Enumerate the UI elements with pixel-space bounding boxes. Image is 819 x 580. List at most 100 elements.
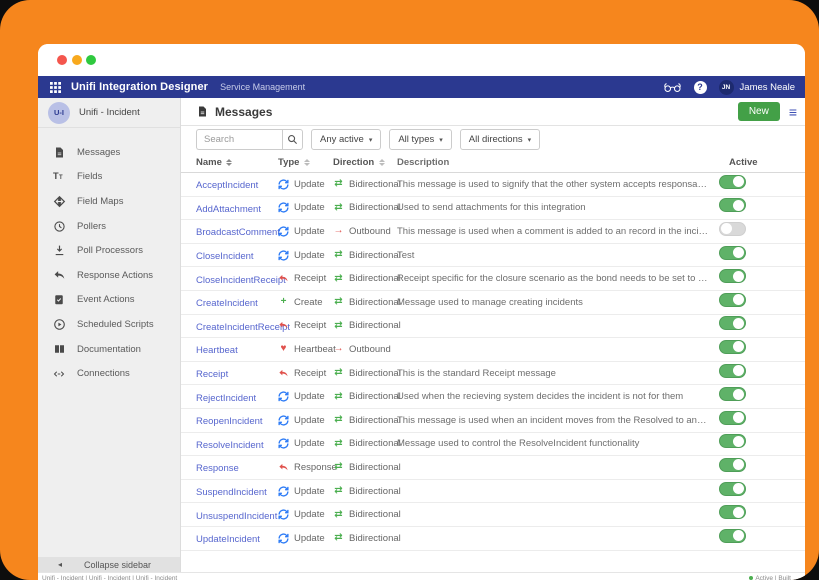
active-toggle[interactable]	[719, 458, 746, 472]
message-name-link[interactable]: CloseIncident	[196, 251, 254, 262]
column-header-type[interactable]: Type	[278, 157, 333, 168]
description-cell: Used when the recieving system decides t…	[397, 391, 719, 402]
spectacles-icon[interactable]	[663, 82, 682, 93]
active-toggle[interactable]	[719, 198, 746, 212]
active-toggle[interactable]	[719, 175, 746, 189]
toggle-knob	[733, 341, 744, 352]
message-name-link[interactable]: RejectIncident	[196, 393, 256, 404]
svg-text:T: T	[53, 172, 59, 182]
status-tabs[interactable]: Unifi - Incident | Unifi - Incident | Un…	[42, 575, 177, 580]
message-name-link[interactable]: ReopenIncident	[196, 416, 263, 427]
bidirectional-arrows-icon: ⇄	[333, 203, 344, 213]
sidebar-item-fields[interactable]: TT Fields	[38, 165, 180, 190]
type-cell: Update	[278, 250, 333, 261]
bidirectional-arrows-icon: ⇄	[333, 486, 344, 496]
user-name: James Neale	[740, 82, 795, 93]
sync-icon	[278, 179, 289, 190]
message-name-link[interactable]: AddAttachment	[196, 204, 261, 215]
active-toggle[interactable]	[719, 364, 746, 378]
toggle-knob	[733, 530, 744, 541]
reply-icon	[52, 269, 66, 282]
sidebar-item-messages[interactable]: Messages	[38, 140, 180, 165]
toggle-knob	[733, 176, 744, 187]
message-name-link[interactable]: Receipt	[196, 369, 228, 380]
column-header-name[interactable]: Name	[196, 157, 278, 168]
type-filter-dropdown[interactable]: All types▾	[389, 129, 451, 150]
description-cell: This message is used when a comment is a…	[397, 226, 719, 237]
message-name-link[interactable]: CreateIncidentReceipt	[196, 322, 290, 333]
collapse-sidebar-button[interactable]: ◂ Collapse sidebar	[38, 557, 180, 572]
status-bar: Unifi - Incident | Unifi - Incident | Un…	[38, 572, 805, 580]
message-name-link[interactable]: BroadcastComment	[196, 227, 280, 238]
table-row: AcceptIncident Update ⇄Bidirectional Thi…	[181, 173, 805, 197]
active-toggle[interactable]	[719, 387, 746, 401]
type-cell: Update	[278, 533, 333, 544]
help-icon[interactable]: ?	[694, 81, 707, 94]
table-row: CreateIncidentReceipt Receipt ⇄Bidirecti…	[181, 315, 805, 339]
active-toggle[interactable]	[719, 316, 746, 330]
sidebar-item-poll-processors[interactable]: Poll Processors	[38, 238, 180, 263]
direction-cell: ⇄Bidirectional	[333, 297, 397, 308]
active-toggle[interactable]	[719, 246, 746, 260]
direction-cell: ⇄Bidirectional	[333, 320, 397, 331]
sidebar-item-response-actions[interactable]: Response Actions	[38, 263, 180, 288]
search-input[interactable]	[196, 129, 282, 150]
window-titlebar	[38, 44, 805, 76]
active-toggle[interactable]	[719, 529, 746, 543]
sync-icon	[278, 486, 289, 497]
svg-text:T: T	[59, 176, 63, 182]
message-name-link[interactable]: UnsuspendIncident	[196, 511, 277, 522]
sidebar-item-scheduled-scripts[interactable]: Scheduled Scripts	[38, 312, 180, 337]
close-window-icon[interactable]	[57, 55, 67, 65]
search-icon[interactable]	[282, 129, 303, 150]
new-button[interactable]: New	[738, 102, 780, 121]
active-toggle[interactable]	[719, 222, 746, 236]
active-toggle[interactable]	[719, 505, 746, 519]
message-name-link[interactable]: AcceptIncident	[196, 180, 258, 191]
table-row: Receipt Receipt ⇄Bidirectional This is t…	[181, 362, 805, 386]
right-arrow-icon: →	[333, 344, 344, 354]
reply-icon	[278, 320, 289, 331]
document-icon	[52, 146, 66, 159]
active-toggle[interactable]	[719, 340, 746, 354]
message-name-link[interactable]: CreateIncident	[196, 298, 258, 309]
active-toggle[interactable]	[719, 411, 746, 425]
message-name-link[interactable]: Heartbeat	[196, 345, 238, 356]
sidebar-item-connections[interactable]: Connections	[38, 361, 180, 386]
sort-icon	[226, 159, 232, 166]
user-menu[interactable]: JN James Neale	[719, 80, 795, 95]
table-row: CloseIncidentReceipt Receipt ⇄Bidirectio…	[181, 267, 805, 291]
direction-filter-dropdown[interactable]: All directions▾	[460, 129, 540, 150]
active-toggle[interactable]	[719, 269, 746, 283]
active-toggle[interactable]	[719, 293, 746, 307]
sidebar-item-pollers[interactable]: Pollers	[38, 214, 180, 239]
bidirectional-arrows-icon: ⇄	[333, 297, 344, 307]
table-body: AcceptIncident Update ⇄Bidirectional Thi…	[181, 173, 805, 572]
app-subtitle: Service Management	[220, 82, 305, 92]
table-row: Heartbeat ♥Heartbeat →Outbound	[181, 338, 805, 362]
column-header-direction[interactable]: Direction	[333, 157, 397, 168]
bidirectional-arrows-icon: ⇄	[333, 415, 344, 425]
message-name-link[interactable]: ResolveIncident	[196, 440, 264, 451]
active-filter-dropdown[interactable]: Any active▾	[311, 129, 381, 150]
maximize-window-icon[interactable]	[86, 55, 96, 65]
sidebar-item-event-actions[interactable]: Event Actions	[38, 288, 180, 313]
sidebar-item-documentation[interactable]: Documentation	[38, 337, 180, 362]
sidebar-item-field-maps[interactable]: Field Maps	[38, 189, 180, 214]
message-name-link[interactable]: Response	[196, 463, 239, 474]
table-row: BroadcastComment Update →Outbound This m…	[181, 220, 805, 244]
message-name-link[interactable]: UpdateIncident	[196, 534, 260, 545]
direction-cell: ⇄Bidirectional	[333, 250, 397, 261]
active-toggle[interactable]	[719, 482, 746, 496]
direction-cell: ⇄Bidirectional	[333, 533, 397, 544]
apps-grid-icon[interactable]	[50, 82, 61, 93]
integration-header[interactable]: U-I Unifi - Incident	[38, 98, 180, 128]
description-cell: Message used to manage creating incident…	[397, 297, 719, 308]
message-name-link[interactable]: CloseIncidentReceipt	[196, 275, 286, 286]
active-toggle[interactable]	[719, 434, 746, 448]
message-name-link[interactable]: SuspendIncident	[196, 487, 267, 498]
minimize-window-icon[interactable]	[72, 55, 82, 65]
type-cell: Update	[278, 391, 333, 402]
hamburger-menu-icon[interactable]: ≡	[789, 105, 797, 119]
toggle-knob	[733, 318, 744, 329]
